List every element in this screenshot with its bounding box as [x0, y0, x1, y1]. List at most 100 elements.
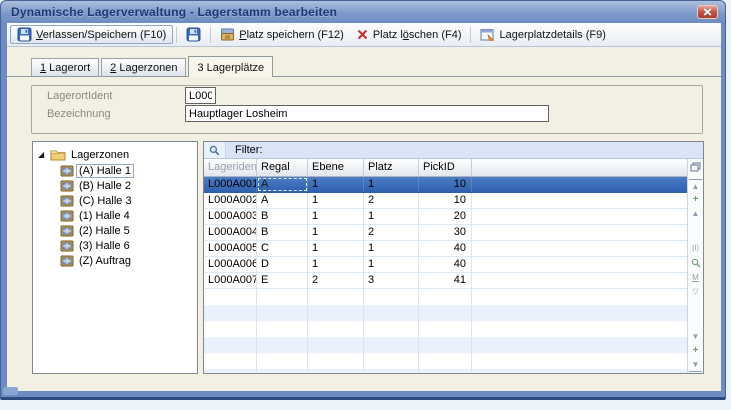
table-row[interactable]: L000A005 C 1 1 40	[204, 241, 687, 257]
tree-item-halle-4[interactable]: (1) Halle 4	[60, 208, 197, 223]
cell-pickid[interactable]: 10	[419, 177, 472, 192]
save-place-button[interactable]: Platz speichern (F12)	[214, 25, 350, 44]
cell-platz[interactable]: 3	[364, 273, 419, 288]
place-details-button[interactable]: Lagerplatzdetails (F9)	[474, 25, 611, 44]
table-row[interactable]: L000A007 E 2 3 41	[204, 273, 687, 289]
nav-last-icon[interactable]: ▼	[689, 358, 702, 372]
save-place-label: Platz speichern (F12)	[239, 29, 344, 41]
cell-regal-focused[interactable]: A	[257, 177, 308, 192]
nav-locate-icon[interactable]	[689, 256, 702, 269]
filter-button[interactable]	[204, 142, 226, 158]
column-header-pickid[interactable]: PickID	[419, 159, 472, 176]
tree-item-halle-1[interactable]: (A) Halle 1	[60, 163, 197, 178]
tab-lagerplaetze[interactable]: 3 Lagerplätze	[188, 56, 273, 77]
tree-item-halle-3[interactable]: (C) Halle 3	[60, 193, 197, 208]
tab-lagerzonen[interactable]: 2 Lagerzonen	[101, 58, 186, 76]
cell-lagerident[interactable]: L000A001	[204, 177, 257, 192]
nav-insert-icon[interactable]: (I)	[689, 242, 702, 255]
cell-pickid[interactable]: 40	[419, 257, 472, 272]
table-row[interactable]: L000A004 B 1 2 30	[204, 225, 687, 241]
cell-ebene[interactable]: 1	[308, 177, 364, 192]
column-header-regal[interactable]: Regal	[257, 159, 308, 176]
tree-item-label: (B) Halle 2	[77, 180, 133, 192]
column-chooser-button[interactable]	[689, 160, 702, 173]
cell-lagerident[interactable]: L000A005	[204, 241, 257, 256]
delete-place-button[interactable]: Platz löschen (F4)	[350, 25, 468, 44]
cell-ebene[interactable]: 1	[308, 257, 364, 272]
search-icon	[209, 145, 220, 156]
cell-ebene[interactable]: 1	[308, 241, 364, 256]
app-window: Dynamische Lagerverwaltung - Lagerstamm …	[0, 0, 726, 400]
cell-regal[interactable]: A	[257, 193, 308, 208]
nav-filter-icon[interactable]: ▽	[689, 285, 702, 298]
tree-item-halle-2[interactable]: (B) Halle 2	[60, 178, 197, 193]
cell-platz[interactable]: 2	[364, 193, 419, 208]
nav-first-icon[interactable]: ▲	[689, 179, 702, 193]
nav-bookmark-icon[interactable]: M	[689, 271, 702, 284]
cell-regal[interactable]: C	[257, 241, 308, 256]
table-row[interactable]: L000A003 B 1 1 20	[204, 209, 687, 225]
save-button[interactable]	[180, 25, 207, 44]
table-row[interactable]: L000A006 D 1 1 40	[204, 257, 687, 273]
cell-lagerident[interactable]: L000A004	[204, 225, 257, 240]
column-header-platz[interactable]: Platz	[364, 159, 419, 176]
cell-ebene[interactable]: 1	[308, 225, 364, 240]
cell-ebene[interactable]: 1	[308, 193, 364, 208]
cell-regal[interactable]: B	[257, 209, 308, 224]
tree-item-label: (C) Halle 3	[77, 195, 134, 207]
column-header-ebene[interactable]: Ebene	[308, 159, 364, 176]
close-button[interactable]	[697, 5, 718, 19]
save-exit-label: Verlassen/Speichern (F10)	[36, 29, 166, 41]
storage-bin-icon	[60, 225, 74, 237]
filter-label: Filter:	[235, 144, 263, 156]
lagerort-ident-input[interactable]	[185, 87, 216, 104]
lagerplaetze-grid: Filter: Lagerident Regal Ebene Platz Pic…	[203, 141, 704, 374]
bezeichnung-input[interactable]	[185, 105, 549, 122]
cell-lagerident[interactable]: L000A007	[204, 273, 257, 288]
title-bar[interactable]: Dynamische Lagerverwaltung - Lagerstamm …	[1, 1, 725, 23]
cell-pickid[interactable]: 20	[419, 209, 472, 224]
tree-item-auftrag[interactable]: (Z) Auftrag	[60, 253, 197, 268]
folder-icon	[50, 149, 66, 161]
cell-regal[interactable]: D	[257, 257, 308, 272]
expand-icon[interactable]: ◢	[38, 151, 47, 159]
cell-platz[interactable]: 1	[364, 177, 419, 192]
tab-lagerort[interactable]: 1 Lagerort	[31, 58, 99, 76]
tree-root[interactable]: ◢ Lagerzonen	[38, 147, 197, 163]
cell-regal[interactable]: B	[257, 225, 308, 240]
cell-ebene[interactable]: 1	[308, 209, 364, 224]
cell-lagerident[interactable]: L000A003	[204, 209, 257, 224]
tree-root-label: Lagerzonen	[69, 149, 131, 161]
table-row-selected[interactable]: L000A001 A 1 1 10	[204, 177, 687, 193]
save-exit-button[interactable]: Verlassen/Speichern (F10)	[10, 25, 173, 44]
cell-pickid[interactable]: 41	[419, 273, 472, 288]
cell-platz[interactable]: 2	[364, 225, 419, 240]
tree-item-halle-5[interactable]: (2) Halle 5	[60, 223, 197, 238]
cell-pickid[interactable]: 10	[419, 193, 472, 208]
details-form-icon	[480, 28, 495, 42]
nav-prior-page-icon[interactable]: +	[689, 193, 702, 206]
resize-grip[interactable]	[3, 387, 18, 395]
nav-next-icon[interactable]: ▼	[689, 330, 702, 343]
nav-next-page-icon[interactable]: +	[689, 344, 702, 357]
storage-bin-icon	[60, 240, 74, 252]
cell-platz[interactable]: 1	[364, 257, 419, 272]
tree-item-halle-6[interactable]: (3) Halle 6	[60, 238, 197, 253]
cell-regal[interactable]: E	[257, 273, 308, 288]
cell-lagerident[interactable]: L000A006	[204, 257, 257, 272]
window-title: Dynamische Lagerverwaltung - Lagerstamm …	[11, 5, 337, 19]
cell-pickid[interactable]: 30	[419, 225, 472, 240]
cell-platz[interactable]: 1	[364, 209, 419, 224]
drawer-icon	[220, 27, 235, 42]
column-header-lagerident[interactable]: Lagerident	[204, 159, 257, 176]
table-row[interactable]: L000A002 A 1 2 10	[204, 193, 687, 209]
lagerort-ident-label: LagerortIdent	[47, 90, 112, 102]
cell-platz[interactable]: 1	[364, 241, 419, 256]
bezeichnung-label: Bezeichnung	[47, 108, 111, 120]
cell-lagerident[interactable]: L000A002	[204, 193, 257, 208]
nav-prior-icon[interactable]: ▲	[689, 207, 702, 220]
place-details-label: Lagerplatzdetails (F9)	[499, 29, 605, 41]
cell-ebene[interactable]: 2	[308, 273, 364, 288]
tree-item-label: (Z) Auftrag	[77, 255, 133, 267]
cell-pickid[interactable]: 40	[419, 241, 472, 256]
